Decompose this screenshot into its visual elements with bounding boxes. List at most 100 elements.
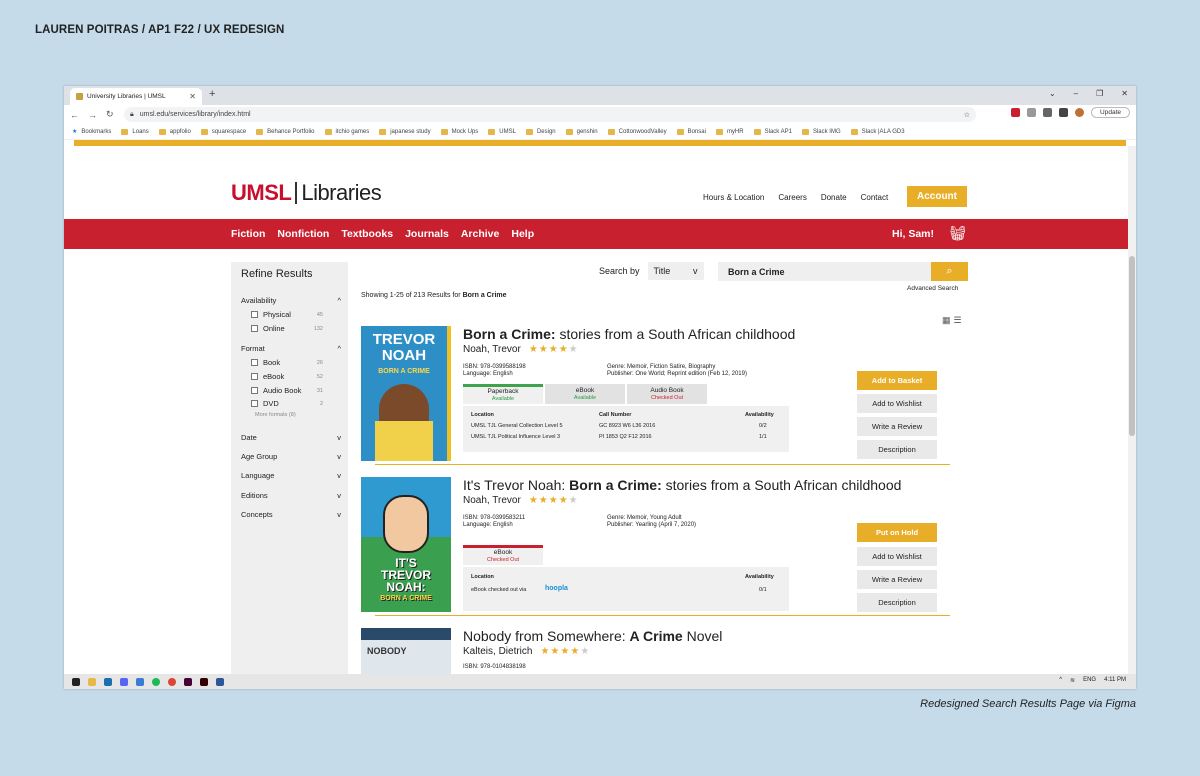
bookmark-item[interactable]: Behance Portfolio — [256, 128, 315, 135]
wifi-icon[interactable]: ≋ — [1070, 677, 1075, 684]
filter-book[interactable]: Book 26 — [251, 358, 323, 367]
browser-tab[interactable]: University Libraries | UMSL ✕ — [70, 88, 202, 105]
more-formats-link[interactable]: More formats (8) — [255, 412, 296, 418]
write-review-button[interactable]: Write a Review — [857, 570, 937, 589]
language-indicator[interactable]: ENG — [1083, 677, 1096, 684]
nav-contact[interactable]: Contact — [861, 193, 889, 202]
description-button[interactable]: Description — [857, 593, 937, 612]
reload-icon[interactable]: ↻ — [106, 109, 114, 120]
book-author[interactable]: Noah, Trevor — [463, 344, 521, 355]
book-cover[interactable]: NOBODY — [361, 628, 451, 674]
update-button[interactable]: Update — [1091, 107, 1130, 118]
filter-dvd[interactable]: DVD 2 — [251, 399, 323, 408]
minimize-icon[interactable]: – — [1074, 89, 1078, 98]
filter-editions[interactable]: Editions v — [241, 491, 341, 500]
filter-online[interactable]: Online 132 — [251, 324, 323, 333]
bookmark-item[interactable]: ★ Bookmarks — [72, 128, 111, 136]
filter-date[interactable]: Date v — [241, 433, 341, 442]
chevron-up-icon[interactable]: ^ — [1059, 677, 1062, 684]
steam-icon[interactable] — [104, 677, 112, 686]
chevron-down-icon[interactable]: ⌄ — [1049, 89, 1056, 98]
nav-nonfiction[interactable]: Nonfiction — [277, 228, 329, 240]
bookmark-item[interactable]: myHR — [715, 128, 744, 135]
grid-view-icon[interactable]: ▦ — [942, 315, 951, 326]
filter-ebook[interactable]: eBook 52 — [251, 372, 323, 381]
bookmark-item[interactable]: itchio games — [324, 128, 369, 135]
book-author[interactable]: Noah, Trevor — [463, 495, 521, 506]
checkbox[interactable] — [251, 373, 258, 380]
book-title[interactable]: Nobody from Somewhere: A Crime Novel — [463, 628, 722, 644]
checkbox[interactable] — [251, 359, 258, 366]
bookmark-item[interactable]: Slack |ALA GD3 — [850, 128, 905, 135]
hoopla-logo[interactable]: hoopla — [545, 585, 568, 592]
nav-fiction[interactable]: Fiction — [231, 228, 265, 240]
spotify-icon[interactable] — [152, 677, 160, 686]
add-to-basket-button[interactable]: Add to Basket — [857, 371, 937, 390]
book-cover[interactable]: IT'S TREVOR NOAH: BORN A CRIME — [361, 477, 451, 612]
bookmark-item[interactable]: Design — [525, 128, 556, 135]
filter-audiobook[interactable]: Audio Book 31 — [251, 386, 323, 395]
book-cover[interactable]: TREVOR NOAH BORN A CRIME — [361, 326, 451, 461]
add-to-wishlist-button[interactable]: Add to Wishlist — [857, 394, 937, 413]
filter-language[interactable]: Language v — [241, 471, 341, 480]
greeting[interactable]: Hi, Sam! — [892, 228, 934, 240]
list-view-icon[interactable]: ☰ — [954, 315, 962, 326]
bookmark-item[interactable]: Loans — [121, 128, 149, 135]
extension-icon[interactable] — [1027, 108, 1037, 117]
filter-format[interactable]: Format ^ — [241, 344, 341, 353]
nav-careers[interactable]: Careers — [778, 193, 806, 202]
bookmark-item[interactable]: Slack IMG — [801, 128, 841, 135]
nav-hours-location[interactable]: Hours & Location — [703, 193, 764, 202]
bookmark-item[interactable]: squarespace — [200, 128, 246, 135]
search-input[interactable]: Born a Crime — [718, 262, 931, 281]
add-to-wishlist-button[interactable]: Add to Wishlist — [857, 547, 937, 566]
chrome-icon[interactable] — [168, 677, 176, 686]
basket-icon[interactable]: 🧺︎ — [949, 225, 967, 242]
umsl-libraries-logo[interactable]: UMSL Libraries — [231, 180, 382, 206]
bookmark-item[interactable]: Bonsai — [676, 128, 706, 135]
checkbox[interactable] — [251, 325, 258, 332]
write-review-button[interactable]: Write a Review — [857, 417, 937, 436]
bookmark-item[interactable]: CottonwoodValley — [607, 128, 667, 135]
checkbox[interactable] — [251, 400, 258, 407]
book-author[interactable]: Kalteis, Dietrich — [463, 646, 532, 657]
scroll-thumb[interactable] — [1129, 256, 1135, 436]
avatar[interactable] — [1075, 108, 1085, 117]
discord-icon[interactable] — [120, 677, 128, 686]
close-tab-icon[interactable]: ✕ — [189, 92, 196, 101]
filter-availability[interactable]: Availability ^ — [241, 296, 341, 305]
nav-donate[interactable]: Donate — [821, 193, 847, 202]
filter-physical[interactable]: Physical 45 — [251, 310, 323, 319]
bookmark-star-icon[interactable]: ☆ — [964, 111, 970, 119]
address-bar[interactable]: 🔒︎ umsl.edu/services/library/index.html … — [124, 107, 976, 122]
sidepanel-icon[interactable] — [1059, 108, 1069, 117]
account-button[interactable]: Account — [907, 186, 967, 207]
nav-journals[interactable]: Journals — [405, 228, 449, 240]
filter-age-group[interactable]: Age Group v — [241, 452, 341, 461]
page-scrollbar[interactable] — [1128, 146, 1136, 674]
book-title[interactable]: It's Trevor Noah: Born a Crime: stories … — [463, 477, 901, 493]
extension-icon[interactable] — [1011, 108, 1021, 117]
checkbox[interactable] — [251, 311, 258, 318]
nav-textbooks[interactable]: Textbooks — [341, 228, 393, 240]
tab-ebook[interactable]: eBook Available — [545, 384, 625, 404]
bookmark-item[interactable]: appfolio — [158, 128, 191, 135]
app-icon[interactable] — [216, 677, 224, 686]
tab-paperback[interactable]: Paperback Available — [463, 384, 543, 404]
put-on-hold-button[interactable]: Put on Hold — [857, 523, 937, 542]
app-icon[interactable] — [136, 677, 144, 686]
bookmark-item[interactable]: Slack AP1 — [753, 128, 792, 135]
tab-ebook[interactable]: eBook Checked Out — [463, 545, 543, 565]
puzzle-icon[interactable] — [1043, 108, 1053, 117]
tab-audiobook[interactable]: Audio Book Checked Out — [627, 384, 707, 404]
book-title[interactable]: Born a Crime: stories from a South Afric… — [463, 326, 795, 342]
filter-concepts[interactable]: Concepts v — [241, 510, 341, 519]
advanced-search-link[interactable]: Advanced Search — [907, 285, 958, 292]
bookmark-item[interactable]: UMSL — [488, 128, 516, 135]
nav-archive[interactable]: Archive — [461, 228, 500, 240]
forward-icon[interactable]: → — [88, 110, 97, 120]
bookmark-item[interactable]: genshin — [565, 128, 598, 135]
restore-icon[interactable]: ❐ — [1096, 89, 1103, 98]
illustrator-icon[interactable] — [200, 677, 208, 686]
clock[interactable]: 4:11 PM — [1104, 677, 1126, 684]
